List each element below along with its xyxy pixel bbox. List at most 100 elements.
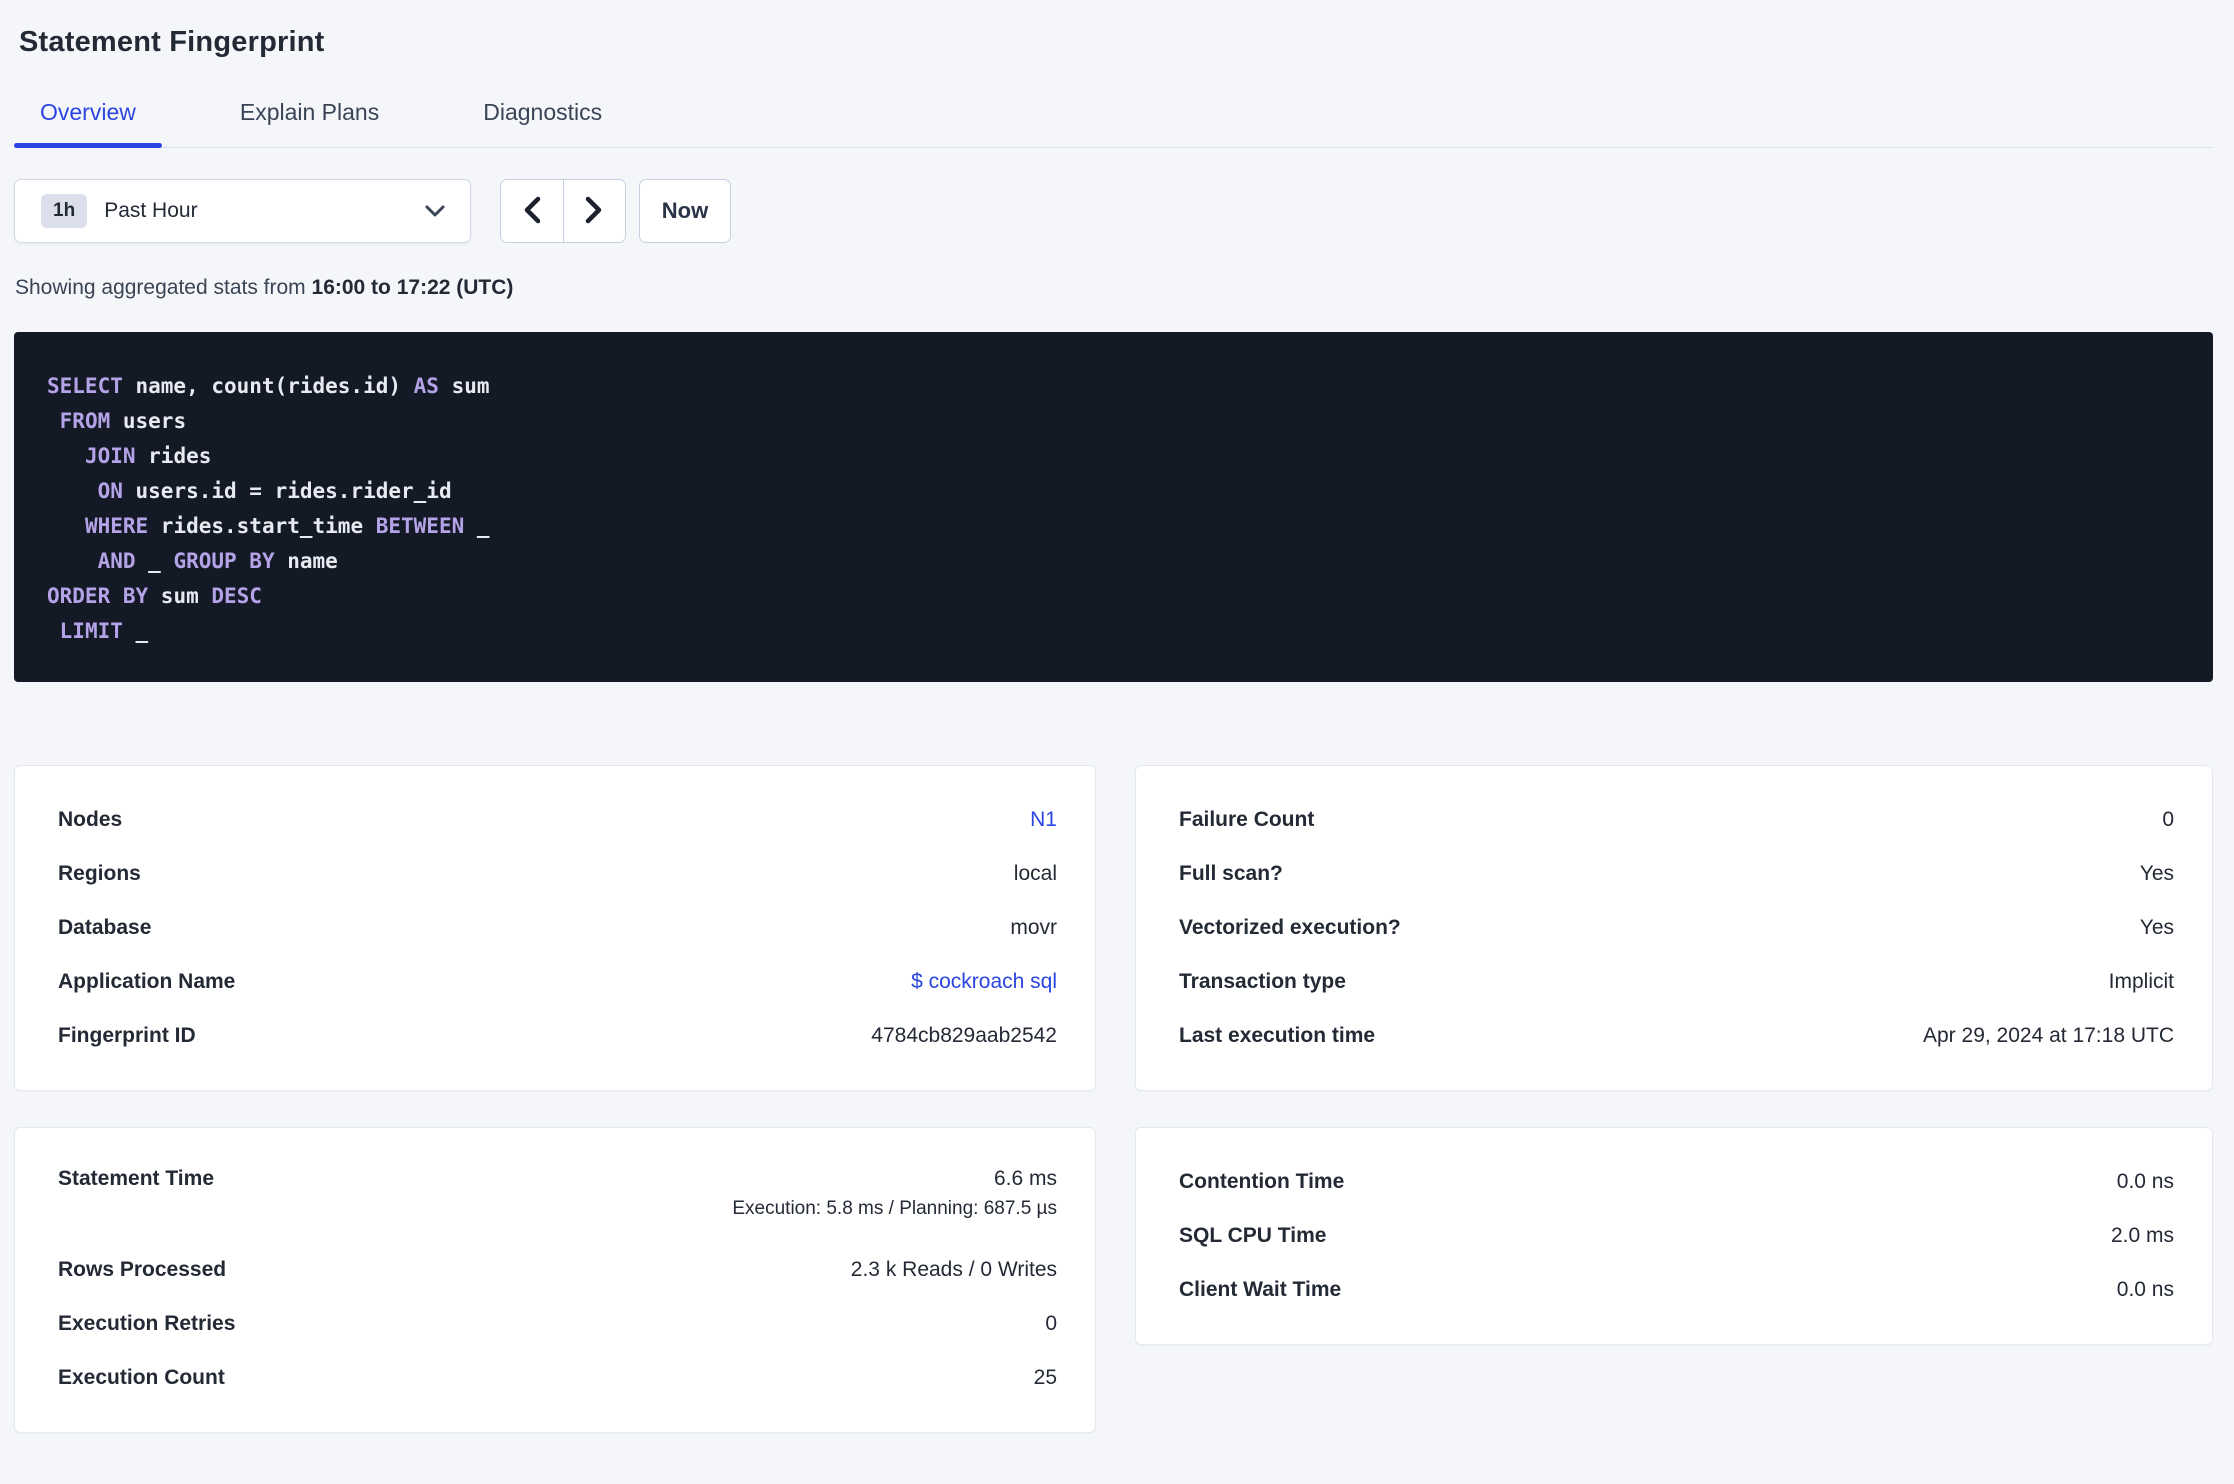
stat-value: 0 xyxy=(1045,1312,1057,1335)
now-button[interactable]: Now xyxy=(639,179,731,243)
stat-value: 0.0 ns xyxy=(2116,1278,2174,1301)
aggregated-stats-summary: Showing aggregated stats from 16:00 to 1… xyxy=(15,276,2213,300)
stat-value-wrap: 2.3 k Reads / 0 Writes xyxy=(851,1258,1057,1282)
summary-range: 16:00 to 17:22 (UTC) xyxy=(311,276,514,299)
stat-value-wrap: 0.0 ns xyxy=(2117,1278,2174,1302)
stat-value-wrap: 4784cb829aab2542 xyxy=(871,1024,1057,1048)
stat-value: 25 xyxy=(1033,1366,1057,1389)
time-controls: 1h Past Hour Now xyxy=(14,179,2213,243)
stat-label: Contention Time xyxy=(1179,1170,1345,1193)
chevron-left-icon xyxy=(522,196,542,227)
sql-statement-box: SELECT name, count(rides.id) AS sum FROM… xyxy=(14,332,2213,682)
stat-row: Rows Processed 2.3 k Reads / 0 Writes xyxy=(58,1243,1057,1297)
wait-time-card: Contention Time 0.0 ns SQL CPU Time 2.0 ms C… xyxy=(1135,1127,2213,1345)
stat-label: Fingerprint ID xyxy=(58,1024,196,1047)
sql-code: SELECT name, count(rides.id) AS sum FROM… xyxy=(47,369,2183,649)
stat-label: Full scan? xyxy=(1179,862,1283,885)
stat-value-link[interactable]: $ cockroach sql xyxy=(911,970,1057,994)
stat-value-wrap: 0 xyxy=(2162,808,2174,832)
sql-line: ORDER BY sum DESC xyxy=(47,584,262,608)
execution-attributes-card: Failure Count 0 Full scan? Yes Vectorized ex… xyxy=(1135,765,2213,1091)
stat-label: Client Wait Time xyxy=(1179,1278,1342,1301)
stat-value-wrap: N1 xyxy=(1030,808,1057,832)
stat-row: SQL CPU Time 2.0 ms xyxy=(1179,1209,2174,1263)
tab-diagnostics[interactable]: Diagnostics xyxy=(457,99,628,147)
stat-value-wrap: local xyxy=(1014,862,1057,886)
stat-value-wrap: 2.0 ms xyxy=(2111,1224,2174,1248)
stat-row: Last execution time Apr 29, 2024 at 17:18… xyxy=(1179,1009,2174,1063)
statement-fingerprint-page: Statement Fingerprint Overview Explain P… xyxy=(0,26,2234,1433)
stat-row: Execution Retries 0 xyxy=(58,1297,1057,1351)
stat-value: Yes xyxy=(2139,862,2174,885)
stat-row: Database movr xyxy=(58,901,1057,955)
stat-value: Apr 29, 2024 at 17:18 UTC xyxy=(1923,1024,2174,1047)
stat-row: Execution Count 25 xyxy=(58,1351,1057,1405)
stat-label: Failure Count xyxy=(1179,808,1315,831)
stat-row: Full scan? Yes xyxy=(1179,847,2174,901)
time-prev-button[interactable] xyxy=(501,180,564,242)
stat-value: 0 xyxy=(2162,808,2174,831)
chevron-down-icon xyxy=(424,204,446,218)
stat-value-wrap: 0.0 ns xyxy=(2117,1170,2174,1194)
time-next-button[interactable] xyxy=(563,180,625,242)
page-title: Statement Fingerprint xyxy=(19,26,325,58)
stat-label: Regions xyxy=(58,862,141,885)
tab-overview[interactable]: Overview xyxy=(14,99,162,148)
summary-prefix: Showing aggregated stats from xyxy=(15,276,312,299)
stat-value-wrap: 0 xyxy=(1045,1312,1057,1336)
time-range-dropdown[interactable]: 1h Past Hour xyxy=(14,179,471,243)
stat-value-wrap: $ cockroach sql xyxy=(911,970,1057,994)
stat-row: Nodes N1 xyxy=(58,793,1057,847)
stat-label: Application Name xyxy=(58,970,236,993)
statement-timing-card: Statement Time 6.6 ms Execution: 5.8 ms / … xyxy=(14,1127,1096,1433)
timing-cards-row: Statement Time 6.6 ms Execution: 5.8 ms / … xyxy=(14,1127,2213,1433)
stat-value-wrap: Yes xyxy=(2140,862,2174,886)
sql-line: LIMIT _ xyxy=(59,619,149,643)
stat-value: 2.3 k Reads / 0 Writes xyxy=(850,1258,1057,1281)
sql-line: ON users.id = rides.rider_id xyxy=(97,479,452,503)
stat-label: Execution Count xyxy=(58,1366,225,1389)
stat-label: SQL CPU Time xyxy=(1179,1224,1327,1247)
stat-subvalue: Execution: 5.8 ms / Planning: 687.5 µs xyxy=(732,1198,1057,1219)
sql-line: FROM users xyxy=(59,409,187,433)
stat-row: Contention Time 0.0 ns xyxy=(1179,1155,2174,1209)
stat-label: Statement Time xyxy=(58,1167,214,1190)
stat-value: Implicit xyxy=(2108,970,2174,993)
stat-row: Transaction type Implicit xyxy=(1179,955,2174,1009)
chevron-right-icon xyxy=(584,196,604,227)
stat-value: 6.6 ms xyxy=(993,1167,1057,1190)
tab-diagnostics-label: Diagnostics xyxy=(483,99,603,125)
stat-row: Application Name $ cockroach sql xyxy=(58,955,1057,1009)
stat-row: Fingerprint ID 4784cb829aab2542 xyxy=(58,1009,1057,1063)
stat-value-wrap: Implicit xyxy=(2109,970,2174,994)
stat-row: Vectorized execution? Yes xyxy=(1179,901,2174,955)
stat-row: Client Wait Time 0.0 ns xyxy=(1179,1263,2174,1317)
sql-line: AND _ GROUP BY name xyxy=(97,549,338,573)
tab-bar: Overview Explain Plans Diagnostics xyxy=(14,99,2213,148)
tab-explain-plans[interactable]: Explain Plans xyxy=(214,99,405,147)
sql-line: JOIN rides xyxy=(84,444,212,468)
statement-details-card: Nodes N1 Regions local Database movr Applicati… xyxy=(14,765,1096,1091)
stat-row: Failure Count 0 xyxy=(1179,793,2174,847)
tab-explain-plans-label: Explain Plans xyxy=(239,99,380,125)
time-range-label: Past Hour xyxy=(104,199,198,222)
sql-line: SELECT name, count(rides.id) AS sum xyxy=(47,374,490,398)
tab-overview-label: Overview xyxy=(40,99,136,125)
stat-value: Yes xyxy=(2139,916,2174,939)
stat-label: Execution Retries xyxy=(58,1312,236,1335)
stat-value-link[interactable]: N1 xyxy=(1030,808,1057,832)
stat-value: local xyxy=(1013,862,1057,885)
stat-value-wrap: 25 xyxy=(1034,1366,1057,1390)
stat-label: Vectorized execution? xyxy=(1179,916,1401,939)
stat-value: movr xyxy=(1010,916,1057,939)
overview-cards-row: Nodes N1 Regions local Database movr Applicati… xyxy=(14,765,2213,1091)
stat-value-wrap: movr xyxy=(1010,916,1057,940)
stat-label: Transaction type xyxy=(1179,970,1346,993)
stat-value-wrap: 6.6 ms Execution: 5.8 ms / Planning: 687.… xyxy=(732,1167,1057,1220)
stat-row: Regions local xyxy=(58,847,1057,901)
stat-value: 2.0 ms xyxy=(2110,1224,2174,1247)
stat-value: 4784cb829aab2542 xyxy=(871,1024,1057,1047)
stat-label: Last execution time xyxy=(1179,1024,1376,1047)
stat-value: 0.0 ns xyxy=(2116,1170,2174,1193)
stat-label: Nodes xyxy=(58,808,123,831)
